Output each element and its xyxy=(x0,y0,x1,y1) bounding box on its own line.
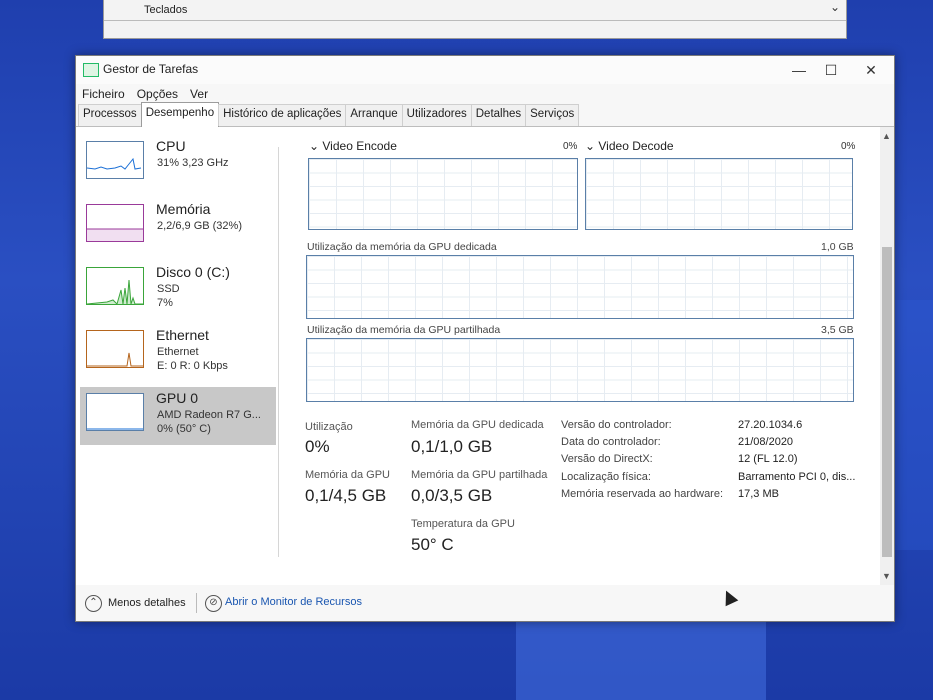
reserved-memory-value: 17,3 MB xyxy=(738,488,779,500)
utilization-label: Utilização xyxy=(305,421,353,433)
disk-usage: 7% xyxy=(157,297,173,309)
tab-arranque[interactable]: Arranque xyxy=(345,104,403,126)
pane-divider xyxy=(278,147,279,557)
background-list-item[interactable]: Teclados xyxy=(144,4,187,16)
sidebar-item-gpu[interactable]: GPU 0 AMD Radeon R7 G... 0% (50° C) xyxy=(80,387,276,445)
resource-list: CPU 31% 3,23 GHz Memória 2,2/6,9 GB (32%… xyxy=(80,135,276,585)
disk-thumbnail-graph xyxy=(86,267,144,305)
driver-date-value: 21/08/2020 xyxy=(738,436,794,448)
chevron-up-icon[interactable]: ⌃ xyxy=(85,595,102,612)
background-window: Teclados ⌄ xyxy=(103,0,847,39)
sidebar-item-memoria[interactable]: Memória 2,2/6,9 GB (32%) xyxy=(80,198,276,256)
disk-title: Disco 0 (C:) xyxy=(156,264,230,280)
memory-thumbnail-graph xyxy=(86,204,144,242)
dedicated-memory-label: Memória da GPU dedicada xyxy=(411,419,544,431)
tab-detalhes[interactable]: Detalhes xyxy=(470,104,527,126)
video-encode-graph xyxy=(308,158,578,230)
ethernet-name: Ethernet xyxy=(157,346,199,358)
menu-ver[interactable]: Ver xyxy=(190,87,208,101)
video-decode-graph xyxy=(585,158,853,230)
gpu-temperature-label: Temperatura da GPU xyxy=(411,518,515,530)
driver-version-value: 27.20.1034.6 xyxy=(738,419,803,431)
physical-location-value: Barramento PCI 0, dis... xyxy=(738,471,856,483)
task-manager-icon xyxy=(83,63,99,77)
video-decode-title: Video Decode xyxy=(598,139,674,153)
sidebar-item-cpu[interactable]: CPU 31% 3,23 GHz xyxy=(80,135,276,193)
background-divider xyxy=(104,20,846,21)
tab-servicos[interactable]: Serviços xyxy=(525,104,580,126)
tab-processos[interactable]: Processos xyxy=(78,104,142,126)
window-title: Gestor de Tarefas xyxy=(103,62,199,76)
sidebar-item-ethernet[interactable]: Ethernet Ethernet E: 0 R: 0 Kbps xyxy=(80,324,276,382)
driver-version-label: Versão do controlador: xyxy=(561,419,672,431)
task-manager-window: Gestor de Tarefas — ☐ ✕ Ficheiro Opções … xyxy=(75,55,895,622)
vertical-scrollbar[interactable]: ▲ ▼ xyxy=(880,127,894,585)
tab-historico[interactable]: Histórico de aplicações xyxy=(218,104,347,126)
cpu-title: CPU xyxy=(156,138,186,154)
video-decode-header[interactable]: ⌄ Video Decode xyxy=(585,139,674,153)
gpu-title: GPU 0 xyxy=(156,390,199,406)
driver-date-label: Data do controlador: xyxy=(561,436,661,448)
performance-content: CPU 31% 3,23 GHz Memória 2,2/6,9 GB (32%… xyxy=(76,127,894,585)
menu-ficheiro[interactable]: Ficheiro xyxy=(82,87,125,101)
tab-desempenho[interactable]: Desempenho xyxy=(140,102,220,127)
video-encode-title: Video Encode xyxy=(322,139,397,153)
dedicated-memory-graph-title: Utilização da memória da GPU dedicada xyxy=(307,241,497,253)
gpu-model: AMD Radeon R7 G... xyxy=(157,409,261,421)
scroll-down-icon[interactable]: ▼ xyxy=(882,571,891,581)
scrollbar-thumb[interactable] xyxy=(882,247,892,557)
physical-location-label: Localização física: xyxy=(561,471,651,483)
memory-usage: 2,2/6,9 GB (32%) xyxy=(157,220,242,232)
shared-memory-graph xyxy=(306,338,854,402)
dedicated-memory-graph xyxy=(306,255,854,319)
shared-memory-graph-title: Utilização da memória da GPU partilhada xyxy=(307,324,501,336)
reserved-memory-label: Memória reservada ao hardware: xyxy=(561,488,724,500)
less-details-link[interactable]: Menos detalhes xyxy=(108,597,186,609)
shared-memory-value: 0,0/3,5 GB xyxy=(411,486,493,505)
gpu-memory-label: Memória da GPU xyxy=(305,469,390,481)
title-bar[interactable]: Gestor de Tarefas — ☐ ✕ xyxy=(76,56,894,84)
footer-bar: ⌃ Menos detalhes ⊘ Abrir o Monitor de Re… xyxy=(76,585,894,621)
cpu-usage: 31% 3,23 GHz xyxy=(157,157,229,169)
chevron-down-icon[interactable]: ⌄ xyxy=(830,0,840,14)
gpu-detail-pane: ⌄ Video Encode 0% ⌄ Video Decode 0% Util… xyxy=(301,127,861,585)
menu-bar: Ficheiro Opções Ver xyxy=(76,84,894,104)
video-decode-percent: 0% xyxy=(841,141,856,152)
open-resource-monitor-link[interactable]: Abrir o Monitor de Recursos xyxy=(225,596,362,608)
gpu-temperature-value: 50° C xyxy=(411,535,454,554)
scroll-up-icon[interactable]: ▲ xyxy=(882,131,891,141)
footer-separator xyxy=(196,593,197,613)
gpu-memory-value: 0,1/4,5 GB xyxy=(305,486,387,505)
memory-title: Memória xyxy=(156,201,211,217)
maximize-button[interactable]: ☐ xyxy=(816,60,846,80)
dedicated-memory-value: 0,1/1,0 GB xyxy=(411,437,493,456)
disk-type: SSD xyxy=(157,283,180,295)
close-button[interactable]: ✕ xyxy=(856,60,886,80)
directx-version-value: 12 (FL 12.0) xyxy=(738,453,798,465)
utilization-value: 0% xyxy=(305,437,330,456)
directx-version-label: Versão do DirectX: xyxy=(561,453,653,465)
cpu-thumbnail-graph xyxy=(86,141,144,179)
dedicated-memory-max: 1,0 GB xyxy=(821,241,854,253)
shared-memory-max: 3,5 GB xyxy=(821,324,854,336)
ethernet-throughput: E: 0 R: 0 Kbps xyxy=(157,360,228,372)
desktop-light xyxy=(516,618,766,700)
tab-strip: Processos Desempenho Histórico de aplica… xyxy=(76,102,894,127)
tab-utilizadores[interactable]: Utilizadores xyxy=(401,104,472,126)
gpu-usage: 0% (50° C) xyxy=(157,423,211,435)
video-encode-percent: 0% xyxy=(563,141,578,152)
gpu-thumbnail-graph xyxy=(86,393,144,431)
resource-monitor-icon: ⊘ xyxy=(205,595,222,612)
shared-memory-label: Memória da GPU partilhada xyxy=(411,469,548,481)
video-encode-header[interactable]: ⌄ Video Encode xyxy=(309,139,397,153)
menu-opcoes[interactable]: Opções xyxy=(137,87,178,101)
minimize-button[interactable]: — xyxy=(784,60,814,80)
ethernet-title: Ethernet xyxy=(156,327,209,343)
ethernet-thumbnail-graph xyxy=(86,330,144,368)
sidebar-item-disco[interactable]: Disco 0 (C:) SSD 7% xyxy=(80,261,276,319)
